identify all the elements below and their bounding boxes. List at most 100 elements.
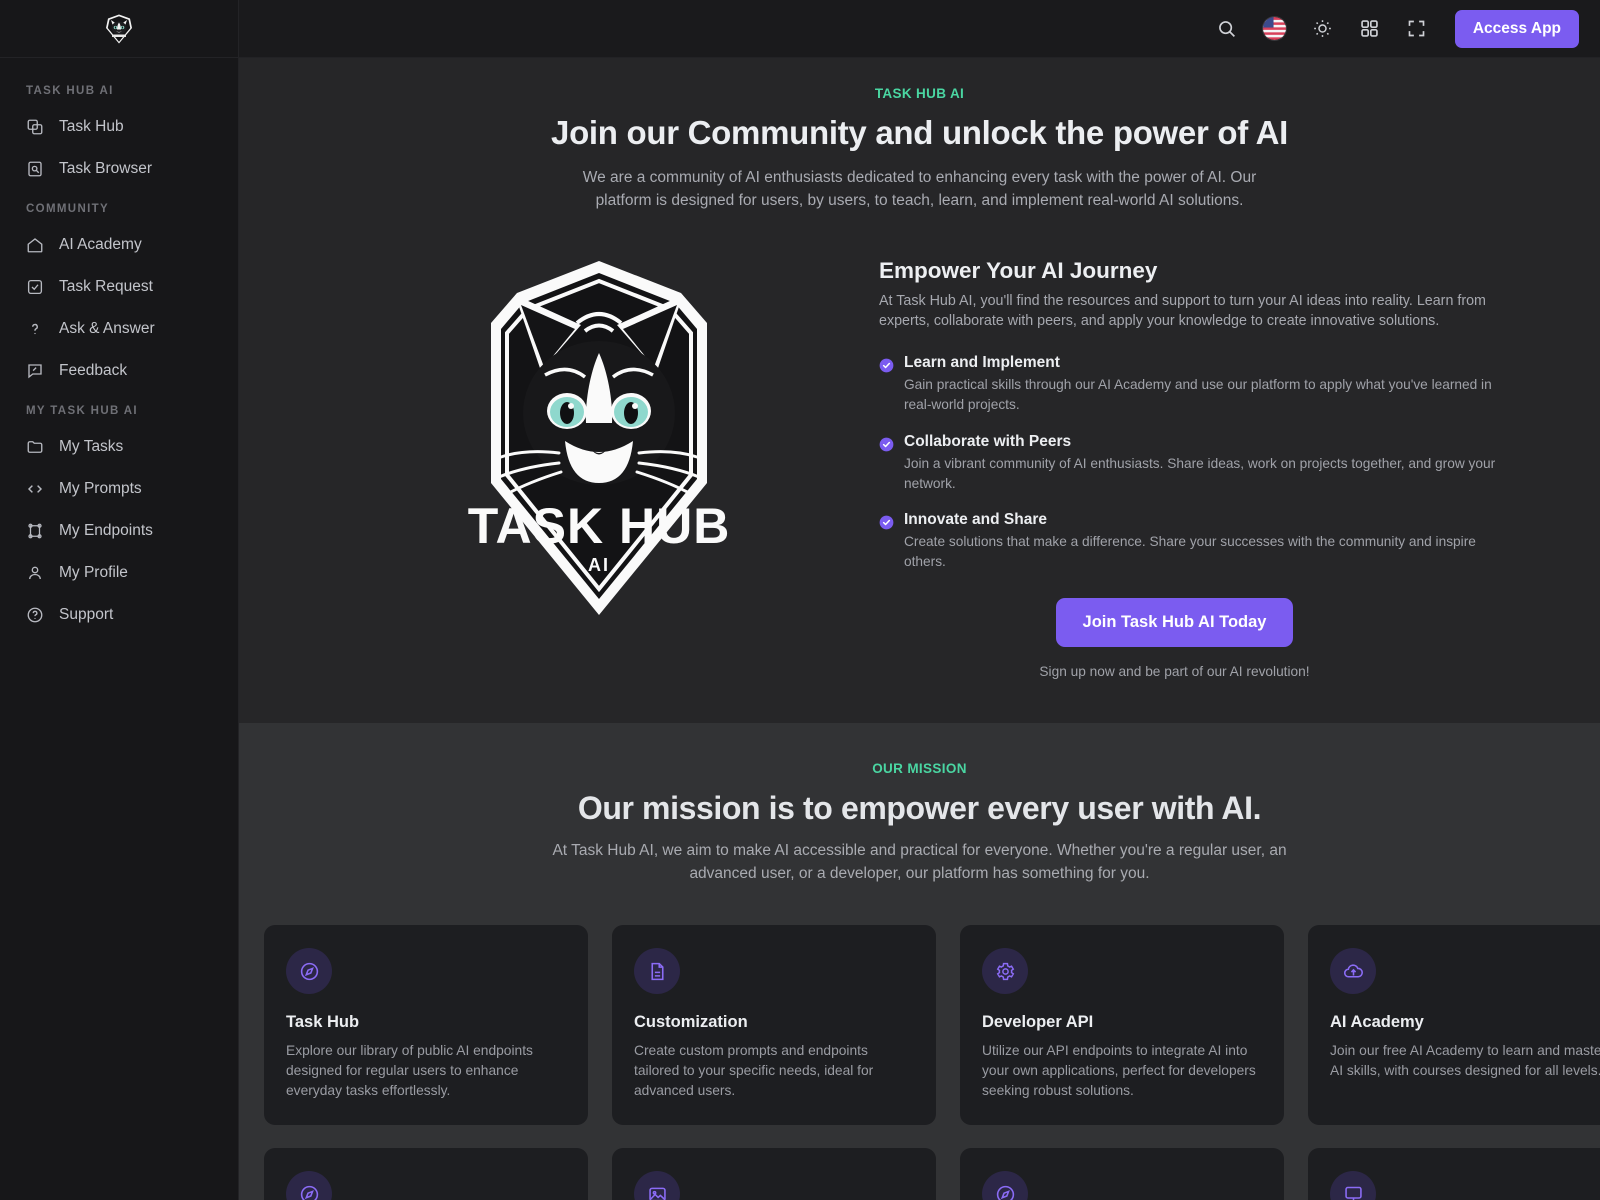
document-icon [634,948,680,995]
card-developer-api[interactable]: Developer API Utilize our API endpoints … [960,925,1284,1126]
card-title: Customization [634,1013,748,1032]
app-root: TASK HUB AI Task Hub Task Browser COMMUN… [0,0,1600,1200]
sidebar-item-task-request[interactable]: Task Request [0,266,238,308]
sidebar-item-label: Support [59,606,114,623]
sidebar-item-label: Ask & Answer [59,320,155,337]
check-circle-icon [879,515,894,572]
svg-text:TASK HUB: TASK HUB [468,498,731,554]
hero-copy-lead: At Task Hub AI, you'll find the resource… [879,292,1486,330]
apps-grid-icon[interactable] [1359,18,1380,39]
mission-title: Our mission is to empower every user wit… [577,790,1262,827]
feature-list: Learn and Implement Gain practical skill… [879,354,1500,572]
hero-subtitle: We are a community of AI enthusiasts ded… [582,169,1257,210]
card-task-requests[interactable]: Task Requests Submit your own task reque… [960,1148,1284,1200]
sidebar-item-label: My Endpoints [59,522,153,539]
light-mode-sun-icon[interactable] [1312,18,1333,39]
sidebar-item-label: AI Academy [59,236,142,253]
compass-icon [982,1171,1028,1200]
image-icon [634,1171,680,1200]
mission-subtitle: At Task Hub AI, we aim to make AI access… [552,842,1287,882]
sidebar-item-my-prompts[interactable]: My Prompts [0,468,238,510]
feature-card-grid: Task Hub Explore our library of public A… [239,885,1600,1200]
sidebar-item-label: Feedback [59,362,128,379]
sidebar-item-label: My Tasks [59,438,124,455]
monitor-icon [1330,1171,1376,1200]
user-icon [26,564,44,582]
feature-desc: Create solutions that make a difference.… [904,534,1476,570]
compass-icon [286,948,332,995]
sidebar-group-title-my-task-hub-ai: MY TASK HUB AI [26,405,138,417]
hero-copy: Empower Your AI Journey At Task Hub AI, … [879,253,1500,680]
main-content: Access App TASK HUB AI Join our Communit… [239,0,1600,1200]
gear-icon [982,948,1028,995]
feature-item: Collaborate with Peers Join a vibrant co… [879,433,1500,494]
compass-icon [286,1171,332,1200]
sidebar-item-label: Task Hub [59,118,124,135]
feature-title: Learn and Implement [904,353,1060,371]
sidebar-item-task-hub[interactable]: Task Hub [0,106,238,148]
checkbox-icon [26,278,44,296]
sidebar: TASK HUB AI Task Hub Task Browser COMMUN… [0,0,239,1200]
feature-item: Innovate and Share Create solutions that… [879,511,1500,572]
sidebar-header [0,0,238,58]
mission-eyebrow: OUR MISSION [872,761,967,777]
access-app-button[interactable]: Access App [1454,9,1579,48]
card-feedback[interactable]: Feedback We value your feedback to conti… [1308,1148,1600,1200]
sidebar-item-my-endpoints[interactable]: My Endpoints [0,510,238,552]
folder-icon [26,438,44,456]
hero-title: Join our Community and unlock the power … [551,114,1288,151]
card-desc: Explore our library of public AI endpoin… [286,1043,533,1099]
check-circle-icon [879,358,894,415]
sidebar-item-label: Task Request [59,278,153,295]
cta-note: Sign up now and be part of our AI revolu… [1039,664,1310,680]
hero-eyebrow: TASK HUB AI [874,86,965,101]
feature-desc: Join a vibrant community of AI enthusias… [904,455,1496,491]
card-ask-and-answer[interactable]: Ask & Answer Engage with our community b… [612,1148,936,1200]
cta-area: Join Task Hub AI Today Sign up now and b… [879,598,1500,679]
sidebar-item-ai-academy[interactable]: AI Academy [0,224,238,266]
sidebar-item-task-browser[interactable]: Task Browser [0,148,238,190]
sidebar-item-my-profile[interactable]: My Profile [0,552,238,594]
cloud-upload-icon [1330,948,1376,995]
feature-title: Collaborate with Peers [904,432,1072,450]
svg-text:AI: AI [588,555,610,575]
hero-copy-title: Empower Your AI Journey [879,257,1158,283]
card-ai-academy[interactable]: AI Academy Join our free AI Academy to l… [1308,925,1600,1126]
task-hub-ai-cat-logo-icon[interactable] [103,13,135,45]
top-bar: Access App [239,0,1600,58]
card-desc: Join our free AI Academy to learn and ma… [1330,1043,1600,1079]
sidebar-item-label: Task Browser [59,160,153,177]
card-title: Developer API [982,1013,1094,1032]
sidebar-item-support[interactable]: Support [0,594,238,636]
mission-section: OUR MISSION Our mission is to empower ev… [239,723,1600,1200]
check-circle-icon [879,437,894,494]
feature-item: Learn and Implement Gain practical skill… [879,354,1500,415]
card-task-hub[interactable]: Task Hub Explore our library of public A… [264,925,588,1126]
card-title: Task Hub [286,1013,360,1032]
sidebar-group-title-community: COMMUNITY [26,203,110,215]
search-icon[interactable] [1216,18,1237,39]
hero-section: TASK HUB AI Join our Community and unloc… [239,58,1600,724]
card-24-7-support[interactable]: 24/7 Support Receive round-the-clock sup… [264,1148,588,1200]
sidebar-item-feedback[interactable]: Feedback [0,350,238,392]
join-task-hub-ai-today-button[interactable]: Join Task Hub AI Today [1055,598,1294,648]
feature-desc: Gain practical skills through our AI Aca… [904,376,1492,412]
help-circle-icon [26,606,44,624]
sidebar-nav: TASK HUB AI Task Hub Task Browser COMMUN… [0,58,238,636]
card-desc: Create custom prompts and endpoints tail… [634,1043,874,1099]
code-brackets-icon [26,480,44,498]
card-customization[interactable]: Customization Create custom prompts and … [612,925,936,1126]
question-mark-icon [26,320,44,338]
sidebar-item-ask-and-answer[interactable]: Ask & Answer [0,308,238,350]
layers-icon [26,118,44,136]
file-search-icon [26,160,44,178]
feature-title: Innovate and Share [904,511,1047,529]
sidebar-group-title-task-hub-ai: TASK HUB AI [26,85,114,97]
sidebar-item-my-tasks[interactable]: My Tasks [0,426,238,468]
home-icon [26,236,44,254]
nodes-frame-icon [26,522,44,540]
message-edit-icon [26,362,44,380]
language-flag-us-icon[interactable] [1262,17,1286,40]
hero-columns: TASK HUB AI Empower Your AI Journey At T… [239,213,1600,680]
fullscreen-icon[interactable] [1406,18,1427,39]
